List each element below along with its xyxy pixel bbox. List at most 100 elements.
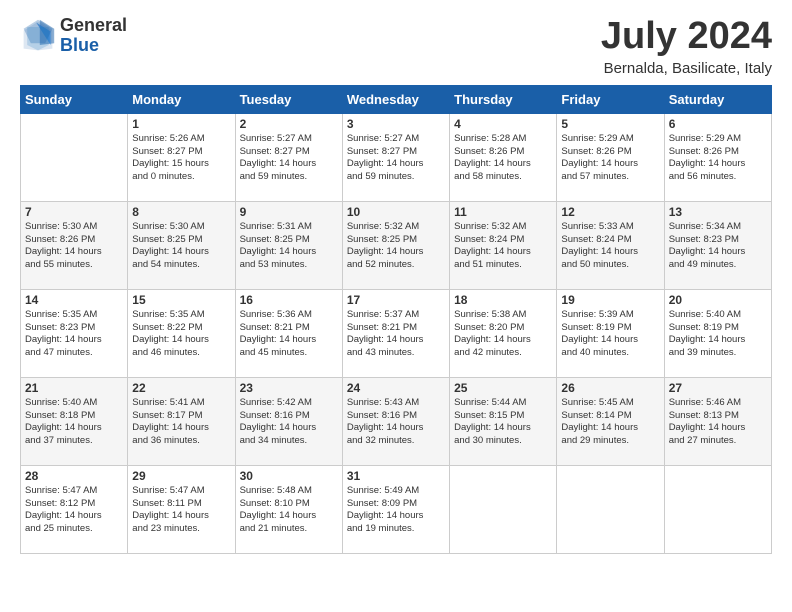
day-number: 14 bbox=[25, 293, 123, 307]
day-number: 28 bbox=[25, 469, 123, 483]
day-info: Sunrise: 5:37 AMSunset: 8:21 PMDaylight:… bbox=[347, 309, 445, 360]
table-row: 16 Sunrise: 5:36 AMSunset: 8:21 PMDayligh… bbox=[235, 289, 342, 377]
table-row: 6 Sunrise: 5:29 AMSunset: 8:26 PMDaylight… bbox=[664, 113, 771, 201]
table-row: 17 Sunrise: 5:37 AMSunset: 8:21 PMDayligh… bbox=[342, 289, 449, 377]
day-info: Sunrise: 5:32 AMSunset: 8:25 PMDaylight:… bbox=[347, 221, 445, 272]
main-title: July 2024 bbox=[601, 16, 772, 58]
logo-icon bbox=[20, 18, 56, 54]
table-row: 19Sunrise: 5:39 AMSunset: 8:19 PMDayligh… bbox=[557, 289, 664, 377]
table-row: 10 Sunrise: 5:32 AMSunset: 8:25 PMDayligh… bbox=[342, 201, 449, 289]
day-info: Sunrise: 5:48 AMSunset: 8:10 PMDaylight:… bbox=[240, 485, 338, 536]
day-number: 23 bbox=[240, 381, 338, 395]
col-wednesday: Wednesday bbox=[342, 85, 449, 113]
header-row: Sunday Monday Tuesday Wednesday Thursday… bbox=[21, 85, 772, 113]
col-saturday: Saturday bbox=[664, 85, 771, 113]
table-row bbox=[450, 465, 557, 553]
calendar-row-4: 21 Sunrise: 5:40 AMSunset: 8:18 PMDayligh… bbox=[21, 377, 772, 465]
col-friday: Friday bbox=[557, 85, 664, 113]
day-number: 30 bbox=[240, 469, 338, 483]
day-number: 11 bbox=[454, 205, 552, 219]
table-row: 31 Sunrise: 5:49 AMSunset: 8:09 PMDayligh… bbox=[342, 465, 449, 553]
day-number: 16 bbox=[240, 293, 338, 307]
day-number: 13 bbox=[669, 205, 767, 219]
day-info: Sunrise: 5:35 AMSunset: 8:22 PMDaylight:… bbox=[132, 309, 230, 360]
day-number: 8 bbox=[132, 205, 230, 219]
table-row: 5Sunrise: 5:29 AMSunset: 8:26 PMDaylight… bbox=[557, 113, 664, 201]
day-number: 22 bbox=[132, 381, 230, 395]
day-info: Sunrise: 5:49 AMSunset: 8:09 PMDaylight:… bbox=[347, 485, 445, 536]
day-number: 5 bbox=[561, 117, 659, 131]
day-number: 20 bbox=[669, 293, 767, 307]
calendar-row-5: 28 Sunrise: 5:47 AMSunset: 8:12 PMDayligh… bbox=[21, 465, 772, 553]
table-row: 20Sunrise: 5:40 AMSunset: 8:19 PMDayligh… bbox=[664, 289, 771, 377]
day-info: Sunrise: 5:31 AMSunset: 8:25 PMDaylight:… bbox=[240, 221, 338, 272]
day-number: 10 bbox=[347, 205, 445, 219]
day-number: 6 bbox=[669, 117, 767, 131]
day-number: 15 bbox=[132, 293, 230, 307]
table-row: 14 Sunrise: 5:35 AMSunset: 8:23 PMDayligh… bbox=[21, 289, 128, 377]
page: General Blue July 2024 Bernalda, Basilic… bbox=[0, 0, 792, 566]
logo-blue-text: Blue bbox=[60, 36, 127, 56]
day-number: 25 bbox=[454, 381, 552, 395]
day-number: 18 bbox=[454, 293, 552, 307]
table-row: 15 Sunrise: 5:35 AMSunset: 8:22 PMDayligh… bbox=[128, 289, 235, 377]
table-row bbox=[557, 465, 664, 553]
day-info: Sunrise: 5:43 AMSunset: 8:16 PMDaylight:… bbox=[347, 397, 445, 448]
day-info: Sunrise: 5:47 AMSunset: 8:11 PMDaylight:… bbox=[132, 485, 230, 536]
col-sunday: Sunday bbox=[21, 85, 128, 113]
day-info: Sunrise: 5:28 AMSunset: 8:26 PMDaylight:… bbox=[454, 133, 552, 184]
calendar-row-3: 14 Sunrise: 5:35 AMSunset: 8:23 PMDayligh… bbox=[21, 289, 772, 377]
table-row: 23 Sunrise: 5:42 AMSunset: 8:16 PMDayligh… bbox=[235, 377, 342, 465]
day-number: 21 bbox=[25, 381, 123, 395]
table-row bbox=[664, 465, 771, 553]
table-row: 18Sunrise: 5:38 AMSunset: 8:20 PMDayligh… bbox=[450, 289, 557, 377]
day-info: Sunrise: 5:39 AMSunset: 8:19 PMDaylight:… bbox=[561, 309, 659, 360]
day-info: Sunrise: 5:41 AMSunset: 8:17 PMDaylight:… bbox=[132, 397, 230, 448]
calendar-table: Sunday Monday Tuesday Wednesday Thursday… bbox=[20, 85, 772, 554]
day-number: 4 bbox=[454, 117, 552, 131]
table-row: 28 Sunrise: 5:47 AMSunset: 8:12 PMDayligh… bbox=[21, 465, 128, 553]
table-row bbox=[21, 113, 128, 201]
table-row: 4 Sunrise: 5:28 AMSunset: 8:26 PMDaylight… bbox=[450, 113, 557, 201]
table-row: 11Sunrise: 5:32 AMSunset: 8:24 PMDayligh… bbox=[450, 201, 557, 289]
day-number: 31 bbox=[347, 469, 445, 483]
table-row: 13Sunrise: 5:34 AMSunset: 8:23 PMDayligh… bbox=[664, 201, 771, 289]
subtitle: Bernalda, Basilicate, Italy bbox=[601, 60, 772, 77]
day-info: Sunrise: 5:30 AMSunset: 8:26 PMDaylight:… bbox=[25, 221, 123, 272]
day-info: Sunrise: 5:29 AMSunset: 8:26 PMDaylight:… bbox=[669, 133, 767, 184]
day-info: Sunrise: 5:27 AMSunset: 8:27 PMDaylight:… bbox=[240, 133, 338, 184]
table-row: 8 Sunrise: 5:30 AMSunset: 8:25 PMDaylight… bbox=[128, 201, 235, 289]
day-info: Sunrise: 5:27 AMSunset: 8:27 PMDaylight:… bbox=[347, 133, 445, 184]
day-info: Sunrise: 5:47 AMSunset: 8:12 PMDaylight:… bbox=[25, 485, 123, 536]
table-row: 25 Sunrise: 5:44 AMSunset: 8:15 PMDayligh… bbox=[450, 377, 557, 465]
logo: General Blue bbox=[20, 16, 127, 56]
table-row: 27Sunrise: 5:46 AMSunset: 8:13 PMDayligh… bbox=[664, 377, 771, 465]
table-row: 30 Sunrise: 5:48 AMSunset: 8:10 PMDayligh… bbox=[235, 465, 342, 553]
table-row: 12Sunrise: 5:33 AMSunset: 8:24 PMDayligh… bbox=[557, 201, 664, 289]
day-number: 9 bbox=[240, 205, 338, 219]
title-block: July 2024 Bernalda, Basilicate, Italy bbox=[601, 16, 772, 77]
table-row: 2 Sunrise: 5:27 AMSunset: 8:27 PMDaylight… bbox=[235, 113, 342, 201]
calendar-row-1: 1Sunrise: 5:26 AMSunset: 8:27 PMDaylight… bbox=[21, 113, 772, 201]
day-info: Sunrise: 5:26 AMSunset: 8:27 PMDaylight:… bbox=[132, 133, 230, 184]
day-info: Sunrise: 5:42 AMSunset: 8:16 PMDaylight:… bbox=[240, 397, 338, 448]
day-info: Sunrise: 5:36 AMSunset: 8:21 PMDaylight:… bbox=[240, 309, 338, 360]
col-monday: Monday bbox=[128, 85, 235, 113]
day-number: 2 bbox=[240, 117, 338, 131]
day-info: Sunrise: 5:30 AMSunset: 8:25 PMDaylight:… bbox=[132, 221, 230, 272]
table-row: 22 Sunrise: 5:41 AMSunset: 8:17 PMDayligh… bbox=[128, 377, 235, 465]
col-tuesday: Tuesday bbox=[235, 85, 342, 113]
calendar-row-2: 7Sunrise: 5:30 AMSunset: 8:26 PMDaylight… bbox=[21, 201, 772, 289]
day-number: 17 bbox=[347, 293, 445, 307]
table-row: 1Sunrise: 5:26 AMSunset: 8:27 PMDaylight… bbox=[128, 113, 235, 201]
table-row: 3Sunrise: 5:27 AMSunset: 8:27 PMDaylight… bbox=[342, 113, 449, 201]
day-info: Sunrise: 5:35 AMSunset: 8:23 PMDaylight:… bbox=[25, 309, 123, 360]
logo-general-text: General bbox=[60, 16, 127, 36]
day-number: 24 bbox=[347, 381, 445, 395]
table-row: 26Sunrise: 5:45 AMSunset: 8:14 PMDayligh… bbox=[557, 377, 664, 465]
table-row: 9 Sunrise: 5:31 AMSunset: 8:25 PMDaylight… bbox=[235, 201, 342, 289]
day-info: Sunrise: 5:40 AMSunset: 8:18 PMDaylight:… bbox=[25, 397, 123, 448]
table-row: 21 Sunrise: 5:40 AMSunset: 8:18 PMDayligh… bbox=[21, 377, 128, 465]
day-info: Sunrise: 5:33 AMSunset: 8:24 PMDaylight:… bbox=[561, 221, 659, 272]
day-info: Sunrise: 5:44 AMSunset: 8:15 PMDaylight:… bbox=[454, 397, 552, 448]
